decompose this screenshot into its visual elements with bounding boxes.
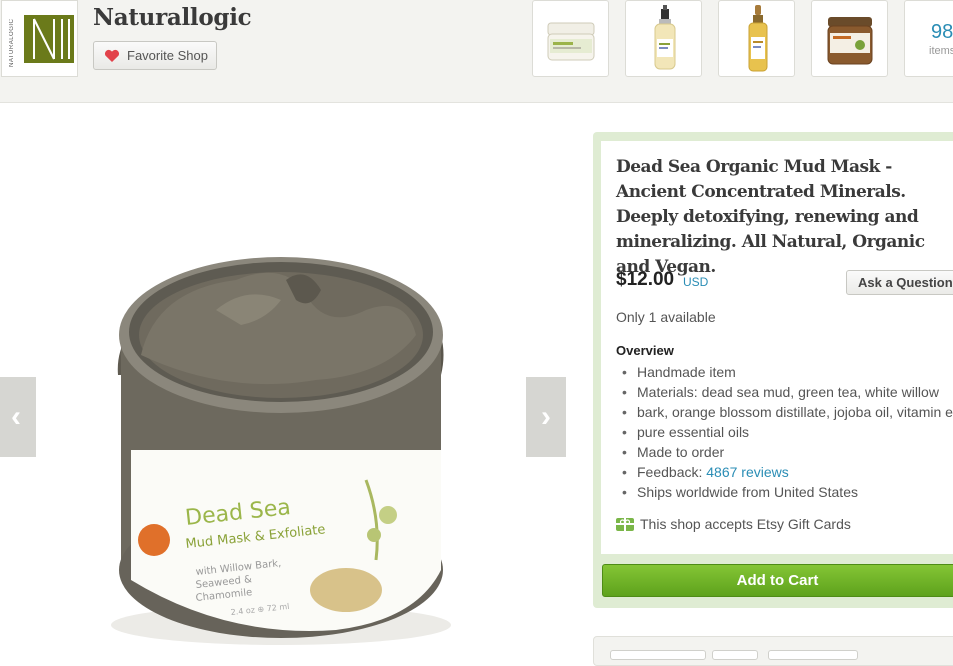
feedback-reviews-link[interactable]: 4867 reviews (706, 464, 789, 480)
shop-item-thumbnail[interactable] (811, 0, 888, 77)
shop-logo-mark (24, 15, 74, 63)
secondary-tab[interactable] (768, 650, 858, 660)
overview-list: Handmade item Materials: dead sea mud, g… (622, 362, 953, 502)
items-count-label: items (929, 45, 953, 57)
mud-mask-jar-image: Dead Sea Mud Mask & Exfoliate with Willo… (111, 257, 451, 645)
ask-question-button[interactable]: Ask a Question (846, 270, 953, 295)
favorite-shop-button[interactable]: Favorite Shop (93, 41, 217, 70)
availability-text: Only 1 available (616, 309, 716, 325)
shop-logo-text: NATURALOGIC (9, 18, 15, 67)
shop-item-thumbnail[interactable] (718, 0, 795, 77)
previous-image-button[interactable]: ‹ (0, 377, 36, 457)
shop-name[interactable]: Naturallogic (93, 4, 252, 31)
shop-item-thumbnail[interactable] (625, 0, 702, 77)
dropper-bottle-image (748, 5, 768, 72)
heart-icon (104, 49, 120, 62)
cream-jar-image (547, 22, 595, 61)
shop-item-thumbnail[interactable] (532, 0, 609, 77)
shop-items-count[interactable]: 98 items (904, 0, 953, 77)
listing-price: $12.00 (616, 269, 675, 290)
overview-item-materials-cont: bark, orange blossom distillate, jojoba … (622, 402, 953, 422)
arrow-left-icon: ‹ (11, 400, 21, 433)
product-image[interactable]: Dead Sea Mud Mask & Exfoliate with Willo… (36, 120, 526, 655)
shop-logo[interactable]: NATURALOGIC (1, 0, 78, 77)
overview-item: Made to order (622, 442, 953, 462)
arrow-right-icon: › (541, 400, 551, 433)
overview-item-feedback: Feedback: 4867 reviews (622, 462, 953, 482)
overview-item-materials: Materials: dead sea mud, green tea, whit… (622, 382, 953, 402)
next-image-button[interactable]: › (526, 377, 566, 457)
overview-heading: Overview (616, 343, 674, 358)
items-count-value: 98 (931, 21, 953, 43)
spray-bottle-image (654, 5, 676, 70)
pumpkin-jar-image (827, 17, 873, 65)
add-to-cart-button[interactable]: Add to Cart (602, 564, 953, 597)
gift-card-icon (616, 517, 634, 531)
gift-cards-notice: This shop accepts Etsy Gift Cards (616, 516, 851, 532)
favorite-shop-label: Favorite Shop (127, 48, 208, 63)
secondary-tab[interactable] (712, 650, 758, 660)
listing-currency[interactable]: USD (683, 275, 708, 289)
listing-title: Dead Sea Organic Mud Mask - Ancient Conc… (616, 157, 925, 277)
overview-item-shipping: Ships worldwide from United States (622, 482, 953, 502)
secondary-tab[interactable] (610, 650, 706, 660)
shop-header: NATURALOGIC Naturallogic Favorite Shop 9… (0, 0, 953, 103)
overview-item: Handmade item (622, 362, 953, 382)
gift-cards-text: This shop accepts Etsy Gift Cards (640, 516, 851, 532)
overview-item-materials-cont: pure essential oils (622, 422, 953, 442)
